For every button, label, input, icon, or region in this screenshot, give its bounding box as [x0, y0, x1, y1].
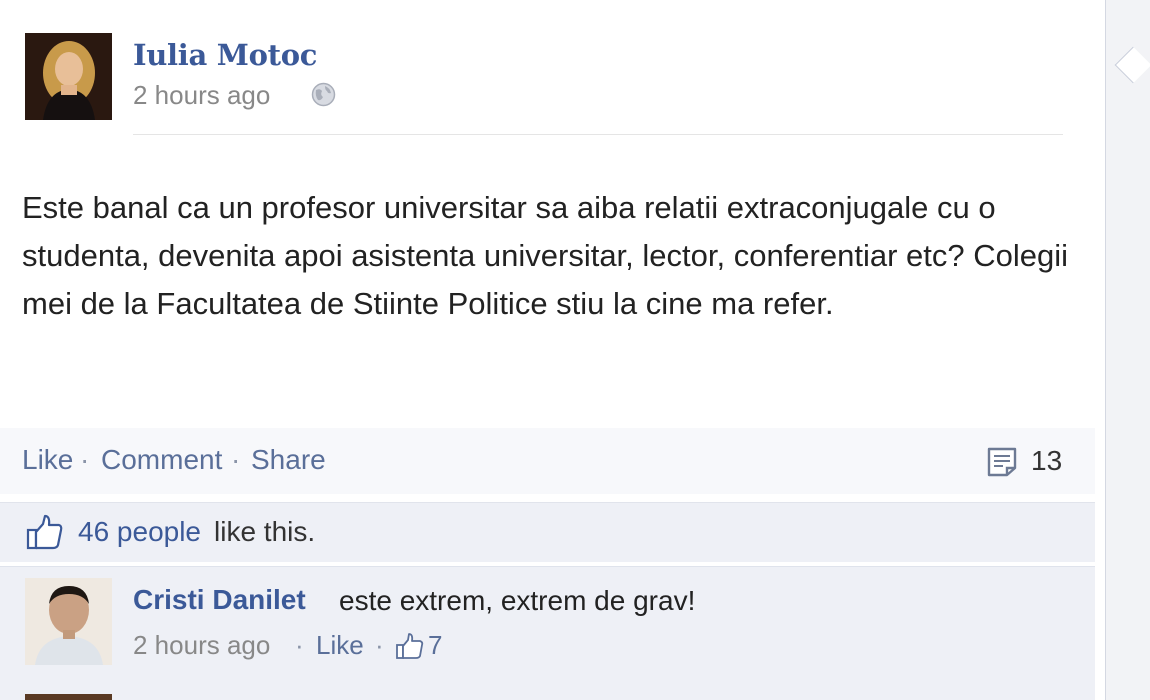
commenter-avatar[interactable]: [25, 578, 112, 665]
comment-separator: ·: [375, 630, 384, 660]
action-separator: ·: [80, 444, 90, 475]
comment-like-count[interactable]: 7: [428, 630, 442, 661]
page-side-rail: [1105, 0, 1150, 700]
comment-like-button[interactable]: Like: [316, 630, 364, 661]
commenter-name-link[interactable]: Cristi Danilet: [133, 584, 306, 616]
comment-text: este extrem, extrem de grav!: [339, 585, 696, 616]
commenter-avatar-image: [25, 578, 112, 665]
post-body-text: Este banal ca un profesor universitar sa…: [22, 190, 1069, 321]
globe-icon: [311, 82, 336, 107]
header-divider: [133, 134, 1063, 135]
thumbs-up-icon[interactable]: [395, 632, 425, 660]
post-timestamp[interactable]: 2 hours ago: [133, 80, 270, 111]
thumbs-up-icon: [26, 514, 63, 550]
author-name-link[interactable]: Iulia Motoc: [133, 38, 317, 72]
comment-separator: ·: [295, 630, 304, 660]
author-avatar-image: [25, 33, 112, 120]
author-avatar[interactable]: [25, 33, 112, 120]
likes-count-link[interactable]: 46 people: [78, 516, 201, 548]
like-button[interactable]: Like: [22, 444, 73, 476]
comment-button[interactable]: Comment: [101, 444, 222, 476]
comment-count[interactable]: 13: [1031, 445, 1062, 477]
action-separator: ·: [231, 444, 241, 475]
share-button[interactable]: Share: [251, 444, 326, 476]
comment-timestamp[interactable]: 2 hours ago: [133, 630, 270, 661]
rail-pointer: [1114, 46, 1150, 84]
likes-label: like this.: [214, 516, 316, 547]
comment-bubble-icon[interactable]: [986, 446, 1020, 478]
next-comment-avatar[interactable]: [25, 694, 112, 700]
